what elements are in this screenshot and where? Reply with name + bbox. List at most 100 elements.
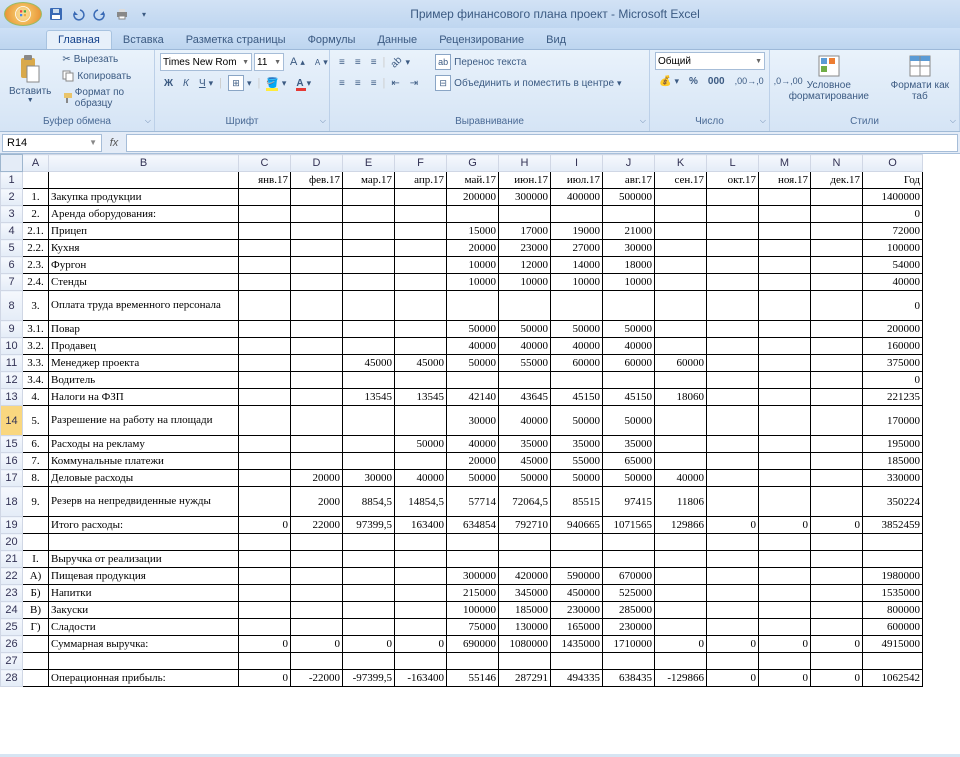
cell[interactable] — [759, 240, 811, 257]
cell[interactable] — [603, 551, 655, 568]
row-header-25[interactable]: 25 — [1, 619, 23, 636]
cell[interactable] — [395, 274, 447, 291]
font-name-combo[interactable]: Times New Rom▼ — [160, 53, 252, 71]
cell[interactable]: 0 — [759, 517, 811, 534]
cell[interactable] — [759, 223, 811, 240]
tab-главная[interactable]: Главная — [46, 30, 112, 49]
cell[interactable] — [291, 534, 343, 551]
format-as-table-button[interactable]: Формати как таб — [886, 52, 954, 104]
office-button[interactable] — [4, 2, 42, 26]
tab-вставка[interactable]: Вставка — [112, 31, 175, 49]
cell[interactable]: 50000 — [603, 406, 655, 436]
cell[interactable] — [499, 551, 551, 568]
cell[interactable]: 45150 — [551, 389, 603, 406]
cell[interactable]: 1080000 — [499, 636, 551, 653]
cell[interactable]: 45000 — [395, 355, 447, 372]
cell[interactable]: В) — [23, 602, 49, 619]
cell[interactable]: 1435000 — [551, 636, 603, 653]
cell[interactable] — [811, 487, 863, 517]
cell[interactable]: 40000 — [551, 338, 603, 355]
cell[interactable]: 54000 — [863, 257, 923, 274]
cell[interactable]: 40000 — [447, 436, 499, 453]
redo-icon[interactable] — [90, 4, 110, 24]
cell[interactable]: 2. — [23, 206, 49, 223]
cell[interactable]: 40000 — [447, 338, 499, 355]
cell[interactable] — [499, 206, 551, 223]
cell[interactable]: 0 — [811, 517, 863, 534]
cell[interactable] — [395, 291, 447, 321]
row-header-1[interactable]: 1 — [1, 172, 23, 189]
cell[interactable] — [655, 274, 707, 291]
cell[interactable] — [811, 321, 863, 338]
cell[interactable]: 670000 — [603, 568, 655, 585]
cell[interactable]: ноя.17 — [759, 172, 811, 189]
cell[interactable]: Кухня — [49, 240, 239, 257]
col-header-B[interactable]: B — [49, 155, 239, 172]
cell[interactable]: 7. — [23, 453, 49, 470]
cell[interactable]: 170000 — [863, 406, 923, 436]
cell[interactable]: 40000 — [603, 338, 655, 355]
cell[interactable] — [655, 338, 707, 355]
cell[interactable] — [655, 189, 707, 206]
cell[interactable] — [23, 670, 49, 687]
cell[interactable]: 600000 — [863, 619, 923, 636]
cell[interactable] — [291, 602, 343, 619]
cell[interactable]: сен.17 — [655, 172, 707, 189]
cell[interactable] — [447, 372, 499, 389]
cell[interactable]: 3.1. — [23, 321, 49, 338]
cell[interactable] — [343, 602, 395, 619]
cell[interactable]: Налоги на ФЗП — [49, 389, 239, 406]
cell[interactable] — [291, 274, 343, 291]
cell[interactable] — [811, 534, 863, 551]
cell[interactable] — [551, 534, 603, 551]
italic-button[interactable]: К — [179, 76, 193, 91]
cell[interactable] — [655, 291, 707, 321]
cell[interactable] — [863, 551, 923, 568]
cell[interactable] — [395, 257, 447, 274]
cell[interactable]: 45000 — [343, 355, 395, 372]
cell[interactable] — [239, 487, 291, 517]
cell[interactable] — [707, 389, 759, 406]
cell[interactable] — [811, 568, 863, 585]
cell[interactable] — [395, 619, 447, 636]
cell[interactable] — [447, 653, 499, 670]
cell[interactable] — [447, 534, 499, 551]
cell[interactable] — [811, 602, 863, 619]
cell[interactable]: 50000 — [499, 321, 551, 338]
cell[interactable]: 0 — [291, 636, 343, 653]
cell[interactable]: 100000 — [863, 240, 923, 257]
cell[interactable] — [655, 585, 707, 602]
cell[interactable] — [707, 568, 759, 585]
cell[interactable]: 0 — [863, 206, 923, 223]
fill-color-button[interactable]: 🪣▾ — [262, 76, 290, 91]
cell[interactable]: 22000 — [291, 517, 343, 534]
cell[interactable] — [395, 406, 447, 436]
cell[interactable]: 40000 — [499, 406, 551, 436]
cell[interactable]: Б) — [23, 585, 49, 602]
cell[interactable] — [811, 653, 863, 670]
bold-button[interactable]: Ж — [160, 76, 177, 91]
cell[interactable]: 300000 — [499, 189, 551, 206]
row-header-7[interactable]: 7 — [1, 274, 23, 291]
cell[interactable]: 0 — [707, 670, 759, 687]
borders-button[interactable]: ⊞▾ — [224, 73, 256, 93]
cell[interactable] — [239, 338, 291, 355]
cell[interactable]: 20000 — [447, 453, 499, 470]
cell[interactable]: 221235 — [863, 389, 923, 406]
cell[interactable] — [759, 372, 811, 389]
cell[interactable] — [811, 240, 863, 257]
row-header-13[interactable]: 13 — [1, 389, 23, 406]
cell[interactable] — [291, 206, 343, 223]
row-header-16[interactable]: 16 — [1, 453, 23, 470]
cell[interactable]: 40000 — [655, 470, 707, 487]
row-header-18[interactable]: 18 — [1, 487, 23, 517]
cell[interactable] — [707, 470, 759, 487]
cell[interactable] — [811, 223, 863, 240]
cell[interactable] — [499, 534, 551, 551]
cell[interactable]: 420000 — [499, 568, 551, 585]
cell[interactable]: Резерв на непредвиденные нужды — [49, 487, 239, 517]
save-icon[interactable] — [46, 4, 66, 24]
cell[interactable]: 287291 — [499, 670, 551, 687]
row-header-23[interactable]: 23 — [1, 585, 23, 602]
cell[interactable]: 3852459 — [863, 517, 923, 534]
